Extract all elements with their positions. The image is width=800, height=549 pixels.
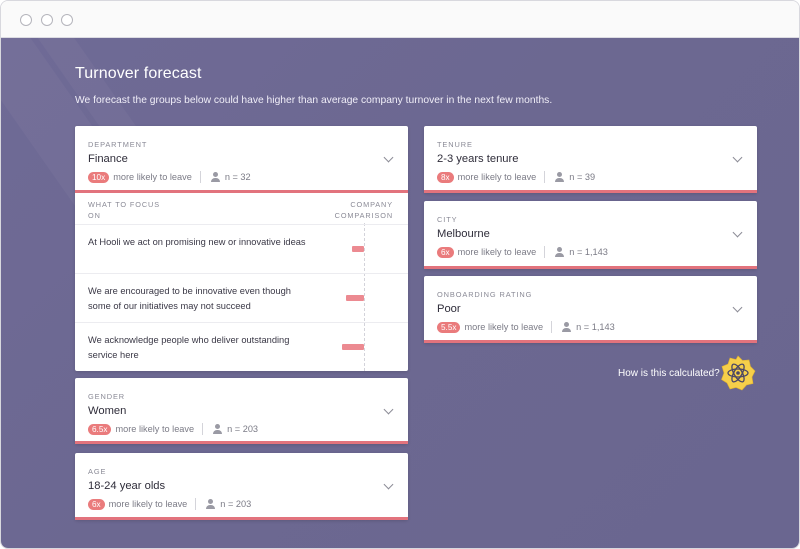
window-minimize-button[interactable] [41,14,53,26]
chevron-down-icon[interactable] [732,227,743,238]
window-close-button[interactable] [20,14,32,26]
category-label: TENURE [437,140,473,149]
comparison-header: COMPANY COMPARISON [334,200,393,220]
divider [551,321,553,333]
likelihood-row: 6.5x more likely to leave n = 203 [88,422,258,436]
comparison-bar [342,344,364,350]
divider [202,423,204,435]
person-icon [561,322,572,332]
atom-icon[interactable] [720,355,756,391]
page-subtitle: We forecast the groups below could have … [75,95,553,106]
main-content: Turnover forecast We forecast the groups… [1,38,799,548]
chevron-down-icon[interactable] [732,152,743,163]
sample-count: n = 32 [224,172,251,182]
focus-item-text: We are encouraged to be innovative even … [88,286,291,311]
divider [544,171,546,183]
focus-item-text: We acknowledge people who deliver outsta… [88,335,290,360]
city-card[interactable]: CITY Melbourne 6x more likely to leave n… [424,201,757,269]
person-icon [212,424,223,434]
divider [195,498,197,510]
multiplier-badge: 6x [88,498,105,510]
category-value: Finance [88,153,128,165]
chevron-down-icon[interactable] [383,404,394,415]
window-maximize-button[interactable] [61,14,73,26]
chevron-down-icon[interactable] [383,479,394,490]
category-label: ONBOARDING RATING [437,290,533,299]
category-label: AGE [88,467,107,476]
category-label: GENDER [88,392,126,401]
multiplier-badge: 10x [88,171,110,183]
multiplier-badge: 5.5x [437,321,461,333]
focus-row[interactable]: We are encouraged to be innovative even … [75,273,408,322]
category-value: Poor [437,303,461,315]
sample-count: n = 1,143 [576,322,615,332]
person-icon [554,172,565,182]
person-icon [210,172,220,182]
divider [199,171,201,183]
focus-section: WHAT TO FOCUS ON COMPANY COMPARISON At H… [75,193,408,371]
sample-count: n = 203 [220,499,252,509]
card-accent-bar [75,441,408,444]
category-value: 2-3 years tenure [437,153,519,165]
onboarding-card[interactable]: ONBOARDING RATING Poor 5.5x more likely … [424,276,757,343]
category-value: 18-24 year olds [88,480,166,492]
likely-text: more likely to leave [115,424,195,434]
likely-text: more likely to leave [464,322,544,332]
category-label: CITY [437,215,458,224]
likelihood-row: 5.5x more likely to leave n = 1,143 [437,320,615,334]
focus-header: WHAT TO FOCUS ON [88,200,160,220]
comparison-bar [352,246,364,252]
app-window: Turnover forecast We forecast the groups… [0,0,800,549]
category-label: DEPARTMENT [88,140,148,149]
chevron-down-icon[interactable] [383,152,394,163]
person-icon [205,499,216,509]
card-accent-bar [75,517,408,520]
person-icon [554,247,565,257]
card-accent-bar [424,266,757,269]
card-accent-bar [424,190,757,193]
tenure-card[interactable]: TENURE 2-3 years tenure 8x more likely t… [424,126,757,193]
gender-card[interactable]: GENDER Women 6.5x more likely to leave n… [75,378,408,444]
department-card: DEPARTMENT Finance 10x more likely to le… [75,126,408,371]
multiplier-badge: 8x [437,171,454,183]
department-card-header[interactable]: DEPARTMENT Finance 10x more likely to le… [75,126,408,193]
sample-count: n = 39 [569,172,596,182]
likelihood-row: 6x more likely to leave n = 203 [88,497,251,511]
likely-text: more likely to leave [457,172,537,182]
how-calculated-link[interactable]: How is this calculated? [618,368,720,379]
sample-count: n = 203 [227,424,259,434]
focus-item-text: At Hooli we act on promising new or inno… [88,237,306,247]
page-title: Turnover forecast [75,65,202,82]
divider [544,246,546,258]
focus-row[interactable]: At Hooli we act on promising new or inno… [75,224,408,273]
comparison-bar [346,295,364,301]
likelihood-row: 10x more likely to leave n = 32 [88,170,251,184]
likely-text: more likely to leave [108,499,188,509]
title-bar [1,1,799,38]
focus-row[interactable]: We acknowledge people who deliver outsta… [75,322,408,371]
card-accent-bar [424,340,757,343]
multiplier-badge: 6x [437,246,454,258]
likelihood-row: 6x more likely to leave n = 1,143 [437,245,608,259]
multiplier-badge: 6.5x [88,423,112,435]
sample-count: n = 1,143 [569,247,608,257]
likely-text: more likely to leave [113,172,192,182]
age-card[interactable]: AGE 18-24 year olds 6x more likely to le… [75,453,408,520]
likelihood-row: 8x more likely to leave n = 39 [437,170,595,184]
chevron-down-icon[interactable] [732,302,743,313]
likely-text: more likely to leave [457,247,537,257]
category-value: Melbourne [437,228,490,240]
category-value: Women [88,405,127,417]
